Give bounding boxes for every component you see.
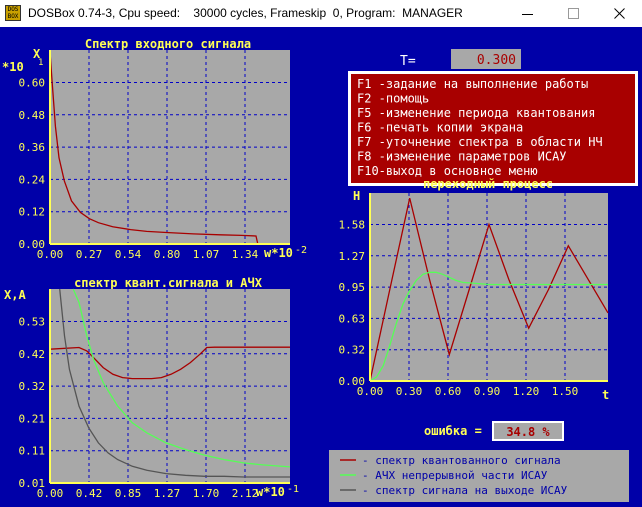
error-value: 34.8 %: [506, 425, 550, 439]
x-tick-label: 1.07: [193, 248, 220, 261]
transient-chart: переходный процесс 1.58 1.27 0.95 0.63 0.32 0…: [339, 177, 610, 402]
x-tick-label: 0.60: [435, 385, 462, 398]
y-tick-label: 0.32: [339, 344, 366, 357]
input-spectrum-y-scale: *10: [2, 60, 24, 74]
quantized-spectrum-title: спектр квант.сигнала и АЧХ: [74, 276, 263, 290]
x-tick-label: 0.30: [396, 385, 423, 398]
function-key-menu: F1 -задание на выполнение работыF2 -помо…: [348, 71, 638, 186]
quantized-spectrum-y-label: X,A: [4, 288, 26, 302]
x-tick-label: 0.90: [474, 385, 501, 398]
x-tick-label: 0.80: [154, 248, 181, 261]
window-titlebar: DOS BOX DOSBox 0.74-3, Cpu speed: 30000 …: [0, 0, 642, 27]
dosbox-app-icon: DOS BOX: [5, 5, 21, 21]
transient-y-label: H: [353, 189, 360, 203]
x-tick-label: 0.00: [37, 248, 64, 261]
y-tick-label: 0.95: [339, 281, 366, 294]
menu-item-f7[interactable]: F7 -уточнение спектра в области НЧ: [357, 135, 603, 149]
menu-item-f8[interactable]: F8 -изменение параметров ИСАУ: [357, 150, 567, 164]
input-spectrum-title: Спектр входного сигнала: [85, 37, 251, 51]
y-tick-label: 0.12: [19, 206, 46, 219]
y-tick-label: 0.24: [19, 173, 46, 186]
transient-title: переходный процесс: [423, 177, 553, 191]
x-tick-label: 1.50: [552, 385, 579, 398]
input-spectrum-y-scale-exp: 1: [38, 58, 43, 68]
x-tick-label: 1.34: [232, 248, 259, 261]
maximize-button[interactable]: [550, 0, 596, 27]
legend-label: - АЧХ непрерывной части ИСАУ: [362, 469, 548, 482]
menu-item-f5[interactable]: F5 -изменение периода квантования: [357, 106, 595, 120]
y-tick-label: 0.11: [19, 445, 46, 458]
x-tick-label: 2.12: [232, 487, 259, 500]
y-tick-label: 0.63: [339, 312, 366, 325]
window-title: DOSBox 0.74-3, Cpu speed: 30000 cycles, …: [28, 6, 463, 20]
x-tick-label: 0.27: [76, 248, 103, 261]
quantized-spectrum-x-unit: w*10: [256, 485, 285, 499]
x-tick-label: 0.54: [115, 248, 142, 261]
legend: - спектр квантованного сигнала - АЧХ непр…: [329, 450, 629, 502]
input-spectrum-chart: Спектр входного сигнала 0.60 0.48 0.36 0.24…: [2, 37, 307, 261]
y-tick-label: 1.27: [339, 250, 366, 263]
maximize-icon: [568, 8, 579, 19]
x-tick-label: 1.70: [193, 487, 220, 500]
x-tick-label: 0.85: [115, 487, 142, 500]
dos-screen: Спектр входного сигнала 0.60 0.48 0.36 0.24…: [0, 27, 642, 507]
dos-canvas: Спектр входного сигнала 0.60 0.48 0.36 0.24…: [2, 37, 638, 502]
y-tick-label: 0.53: [19, 316, 46, 329]
minimize-button[interactable]: [504, 0, 550, 27]
quantized-spectrum-x-unit-exp: -1: [287, 484, 299, 495]
x-tick-label: 0.00: [357, 385, 384, 398]
y-tick-label: 1.58: [339, 219, 366, 232]
transient-x-unit: t: [602, 388, 609, 402]
x-tick-label: 1.20: [513, 385, 540, 398]
y-tick-label: 0.32: [19, 380, 46, 393]
y-tick-label: 0.36: [19, 141, 46, 154]
y-tick-label: 0.21: [19, 412, 46, 425]
y-tick-label: 0.60: [19, 77, 46, 90]
x-tick-label: 0.42: [76, 487, 103, 500]
menu-item-f6[interactable]: F6 -печать копии экрана: [357, 121, 523, 135]
quantized-spectrum-chart: спектр квант.сигнала и АЧХ 0.53 0.42 0.32 0…: [4, 276, 299, 500]
y-tick-label: 0.48: [19, 109, 46, 122]
input-spectrum-x-unit-exp: -2: [295, 245, 307, 256]
period-label: T=: [400, 54, 416, 69]
transient-plot-area: [370, 193, 608, 381]
legend-label: - спектр сигнала на выходе ИСАУ: [362, 484, 568, 497]
period-value: 0.300: [477, 53, 516, 68]
input-spectrum-x-unit: w*10: [264, 246, 293, 260]
error-label: ошибка =: [424, 424, 482, 438]
menu-item-f1[interactable]: F1 -задание на выполнение работы: [357, 77, 588, 91]
close-icon: [614, 8, 625, 19]
minimize-icon: [522, 14, 533, 15]
close-button[interactable]: [596, 0, 642, 27]
menu-item-f2[interactable]: F2 -помощь: [357, 92, 429, 106]
x-tick-label: 1.27: [154, 487, 181, 500]
x-tick-label: 0.00: [37, 487, 64, 500]
legend-label: - спектр квантованного сигнала: [362, 454, 561, 467]
menu-item-f10[interactable]: F10-выход в основное меню: [357, 164, 538, 178]
y-tick-label: 0.42: [19, 348, 46, 361]
